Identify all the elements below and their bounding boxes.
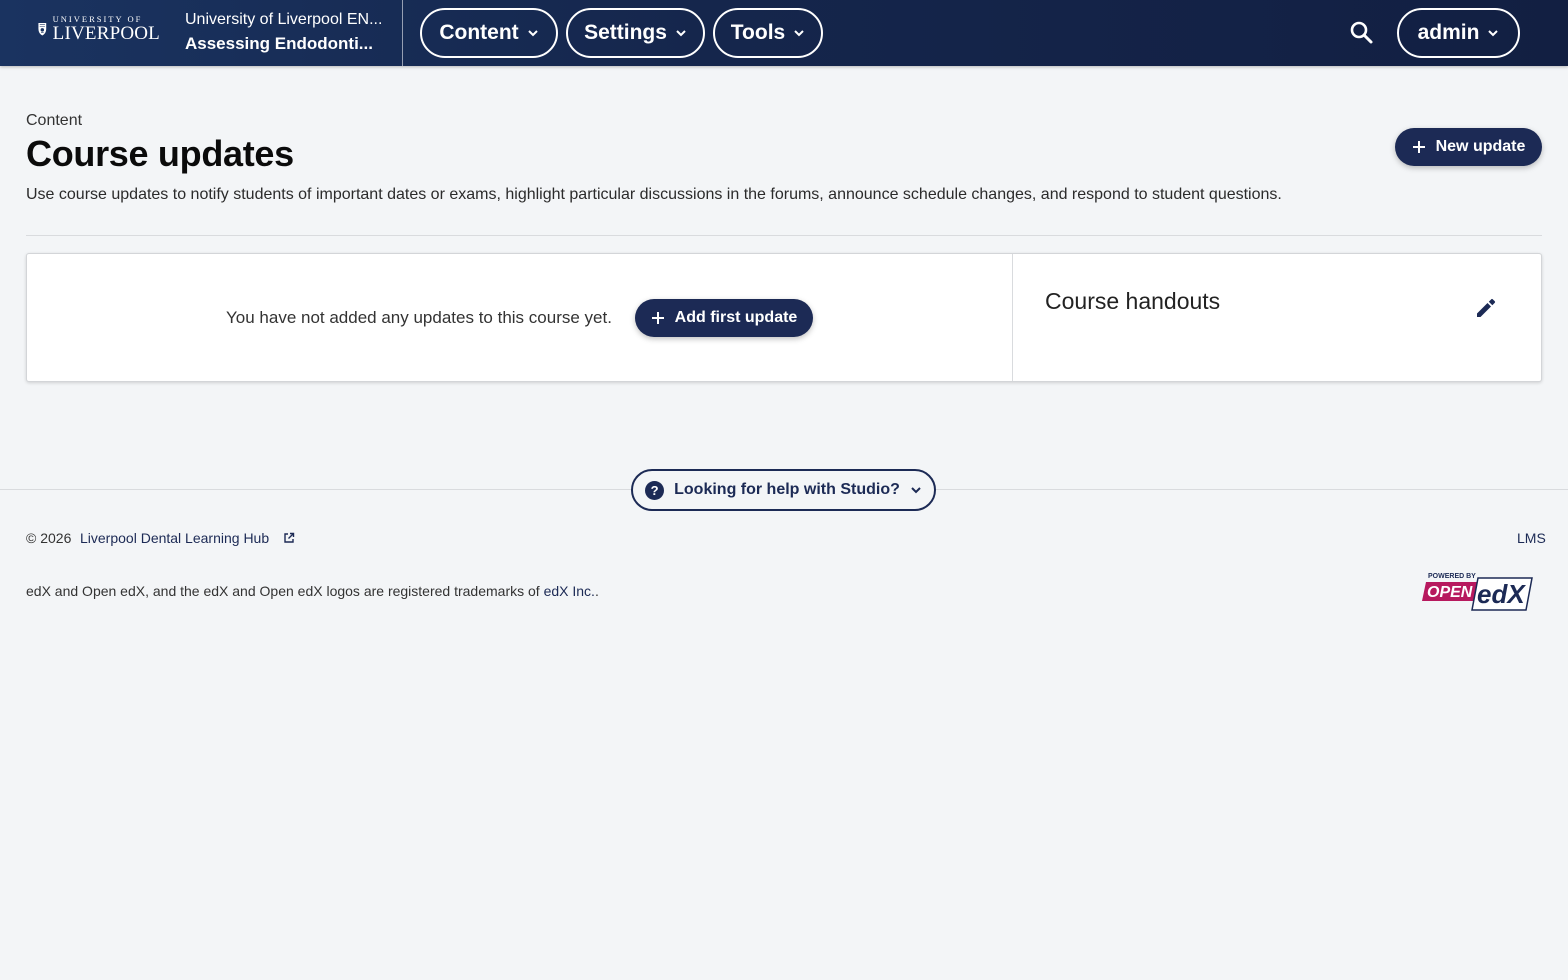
chevron-down-icon	[527, 30, 538, 37]
page-description: Use course updates to notify students of…	[26, 186, 1282, 203]
copyright-text: © 2026	[26, 530, 72, 546]
user-name-label: admin	[1417, 21, 1480, 44]
updates-card: You have not added any updates to this c…	[26, 253, 1542, 382]
trademark-end: .	[594, 583, 599, 599]
plus-icon	[651, 312, 664, 324]
edx-text: edX	[1477, 579, 1526, 609]
university-crest-icon	[38, 22, 47, 36]
breadcrumb: Content	[26, 112, 83, 129]
powered-by-openedx-logo[interactable]: POWERED BY OPEN edX	[1422, 570, 1534, 612]
studio-help-label: Looking for help with Studio?	[674, 481, 900, 498]
openedx-logo-icon: POWERED BY OPEN edX	[1422, 573, 1533, 611]
edit-handouts-button[interactable]	[1471, 294, 1499, 322]
chevron-down-icon	[794, 30, 804, 37]
powered-by-text: POWERED BY	[1428, 573, 1476, 580]
chevron-down-icon	[1488, 30, 1499, 37]
university-logo[interactable]: UNIVERSITY OF LIVERPOOL	[38, 12, 160, 46]
edx-inc-link[interactable]: edX Inc.	[544, 583, 595, 599]
user-menu-button[interactable]: admin	[1397, 8, 1520, 58]
search-button[interactable]	[1346, 17, 1378, 49]
search-icon	[1350, 21, 1373, 44]
nav-content-label: Content	[439, 21, 519, 44]
learning-hub-link[interactable]: Liverpool Dental Learning Hub	[80, 530, 269, 546]
nav-content-menu[interactable]: Content	[420, 8, 558, 58]
external-link-icon	[284, 532, 295, 543]
studio-help-toggle[interactable]: ? Looking for help with Studio?	[631, 469, 936, 511]
new-update-button[interactable]: New update	[1395, 128, 1542, 166]
add-first-update-button[interactable]: Add first update	[635, 299, 813, 337]
chevron-down-icon	[676, 30, 686, 37]
open-text: OPEN	[1427, 584, 1473, 601]
empty-updates-message: You have not added any updates to this c…	[226, 308, 612, 327]
header-divider	[402, 0, 403, 66]
trademark-notice: edX and Open edX, and the edX and Open e…	[26, 583, 599, 599]
updates-panel: You have not added any updates to this c…	[27, 254, 1012, 381]
course-org: University of Liverpool EN...	[185, 11, 383, 28]
section-divider	[26, 235, 1542, 236]
lms-link[interactable]: LMS	[1517, 530, 1546, 546]
logo-line-1: UNIVERSITY OF	[52, 13, 143, 24]
add-first-update-label: Add first update	[674, 309, 798, 326]
new-update-label: New update	[1435, 138, 1526, 155]
chevron-down-icon	[911, 487, 921, 494]
top-header: UNIVERSITY OF LIVERPOOL University of Li…	[0, 0, 1568, 66]
logo-line-2: LIVERPOOL	[52, 23, 160, 45]
nav-settings-menu[interactable]: Settings	[566, 8, 705, 58]
help-question-icon: ?	[645, 480, 665, 500]
card-divider	[1012, 254, 1013, 381]
nav-tools-label: Tools	[730, 21, 786, 44]
trademark-text: edX and Open edX, and the edX and Open e…	[26, 583, 540, 599]
course-title-block: University of Liverpool EN... Assessing …	[185, 11, 389, 54]
page-title: Course updates	[26, 133, 294, 174]
course-handouts-title: Course handouts	[1045, 288, 1221, 314]
nav-tools-menu[interactable]: Tools	[713, 8, 823, 58]
nav-settings-label: Settings	[584, 21, 667, 44]
plus-icon	[1412, 141, 1425, 153]
course-name: Assessing Endodonti...	[185, 34, 373, 53]
pencil-icon	[1477, 298, 1496, 317]
